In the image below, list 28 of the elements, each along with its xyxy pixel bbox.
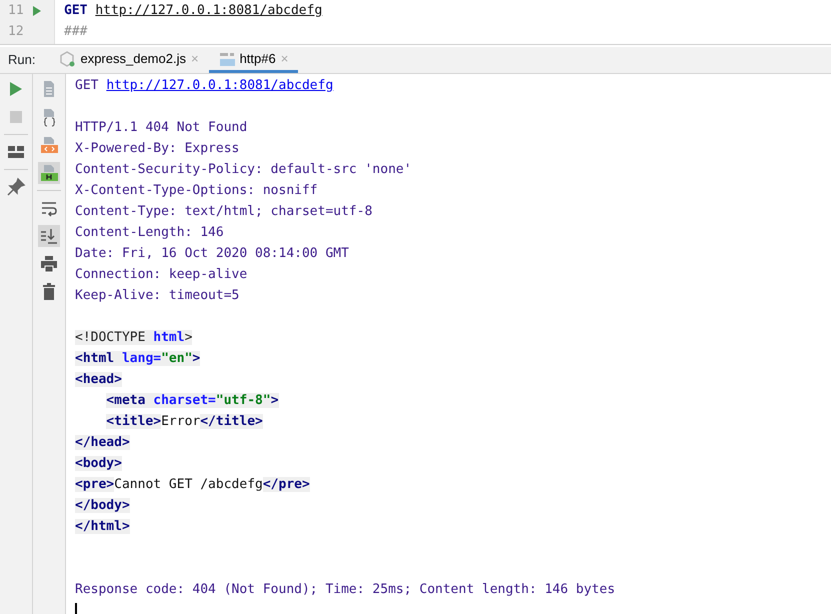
code-line: <title>Error</title> — [105, 413, 264, 431]
header-line: X-Content-Type-Options: nosniff — [75, 182, 319, 200]
code-line: ### — [63, 22, 88, 41]
line-number: 11 — [8, 2, 24, 20]
header-line: Content-Type: text/html; charset=utf-8 — [75, 203, 374, 221]
run-icon[interactable] — [32, 4, 42, 16]
header-line: Date: Fri, 16 Oct 2020 08:14:00 GMT — [75, 245, 350, 263]
line-number: 12 — [8, 22, 24, 41]
code-line: <pre>Cannot GET /abcdefg</pre> — [75, 476, 311, 494]
header-line: HTTP/1.1 404 Not Found — [75, 119, 248, 137]
header-line: Content-Length: 146 — [75, 224, 225, 242]
header-line: Content-Security-Policy: default-src 'none' — [75, 161, 413, 179]
pin-icon[interactable] — [6, 177, 26, 197]
run-tab[interactable]: express_demo2.js × — [49, 47, 209, 73]
request-line: GET http://127.0.0.1:8081/abcdefg — [75, 77, 334, 95]
header-line: Keep-Alive: timeout=5 — [75, 287, 240, 305]
header-line: Connection: keep-alive — [75, 266, 248, 284]
api-file-icon — [218, 50, 235, 66]
code-line: GET http://127.0.0.1:8081/abcdefg — [63, 2, 324, 20]
response-summary: Response code: 404 (Not Found); Time: 25ms; Content length: 146 bytes — [75, 581, 616, 599]
request-url[interactable]: http://127.0.0.1:8081/abcdefg — [106, 78, 334, 93]
panel-label: Run: — [7, 51, 36, 70]
run-tab[interactable]: http#6 × — [208, 47, 298, 73]
header-line: X-Powered-By: Express — [75, 140, 240, 158]
code-line: <!DOCTYPE html> — [75, 329, 194, 347]
code-line: <html lang="en"> — [75, 350, 202, 368]
hexagon-file-icon — [59, 50, 76, 66]
code-line: <meta charset="utf-8"> — [105, 392, 280, 410]
